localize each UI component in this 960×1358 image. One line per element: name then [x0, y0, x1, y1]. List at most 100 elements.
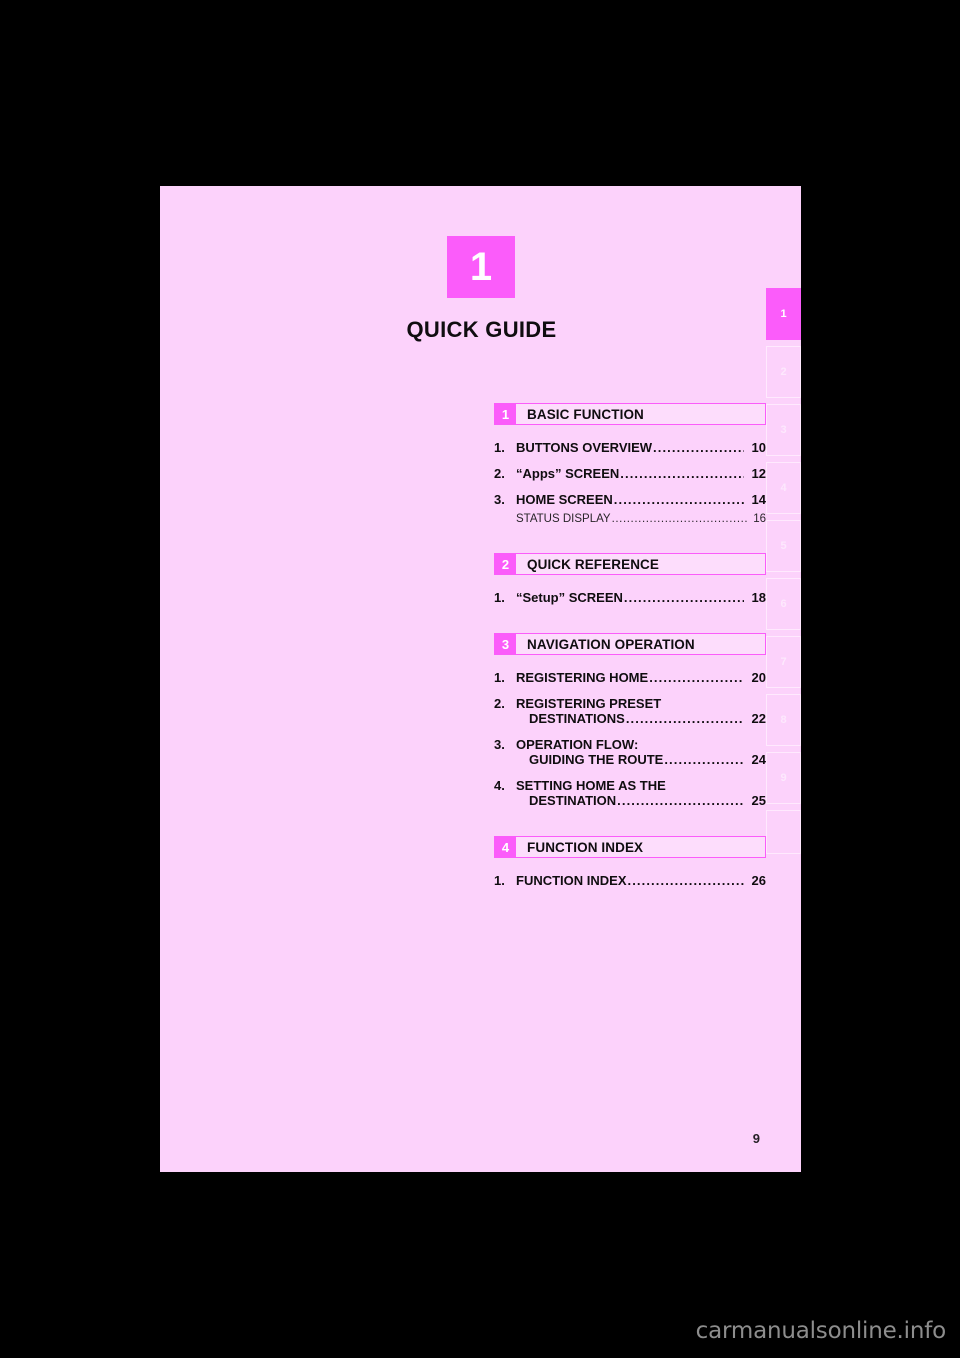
toc-entry[interactable]: 1. “Setup” SCREEN........................… [494, 590, 766, 605]
toc-entry-index: 4. [494, 778, 505, 793]
toc-subentry[interactable]: STATUS DISPLAY..........................… [494, 513, 766, 525]
page-title: QUICK GUIDE [406, 317, 557, 342]
chapter-tab-6[interactable]: 6 [766, 578, 801, 630]
toc-leader-dots: ........................................… [627, 873, 745, 888]
toc-entry-title: FUNCTION INDEX [516, 873, 627, 888]
toc-section-number: 4 [495, 837, 516, 857]
toc-entry-title: REGISTERING PRESET [516, 696, 662, 711]
toc-entry-title: SETTING HOME AS THE [516, 778, 666, 793]
toc-section-label: BASIC FUNCTION [527, 406, 644, 422]
toc-subentry-leader-dots: ........................................… [611, 513, 748, 525]
toc-entry-body: OPERATION FLOW: GUIDING THE ROUTE........… [516, 737, 766, 767]
toc-entry-index: 1. [494, 590, 505, 605]
toc-entry-body: BUTTONS OVERVIEW........................… [516, 440, 766, 455]
toc-entry-title: REGISTERING HOME [516, 670, 649, 685]
toc-entry-title: HOME SCREEN [516, 492, 613, 507]
toc-entry-body: REGISTERING HOME........................… [516, 670, 766, 685]
chapter-tab-4[interactable]: 4 [766, 462, 801, 514]
toc-leader-dots: ........................................… [623, 590, 744, 605]
page-number: 9 [752, 1131, 760, 1146]
toc-entry-page: 25 [751, 793, 766, 808]
toc-leader-dots: ........................................… [613, 492, 744, 507]
toc-entry-line: REGISTERING PRESET [516, 696, 766, 711]
toc-entry-index: 3. [494, 737, 505, 752]
toc-section-number: 1 [495, 404, 516, 424]
toc-leader-dots: ........................................… [649, 670, 744, 685]
toc-section-header[interactable]: 4 FUNCTION INDEX [494, 836, 766, 858]
toc-entry-page: 20 [751, 670, 766, 685]
toc-entry[interactable]: 1. REGISTERING HOME......................… [494, 670, 766, 685]
toc-entry-page: 12 [751, 466, 766, 481]
chapter-tab-9[interactable]: 9 [766, 752, 801, 804]
toc-entry-body: FUNCTION INDEX..........................… [516, 873, 766, 888]
toc-entry-title: GUIDING THE ROUTE [529, 752, 664, 767]
toc-entry-title: “Setup” SCREEN [516, 590, 623, 605]
chapter-tab-strip: 1 2 3 4 5 6 7 8 9 [766, 288, 801, 860]
toc-entry-index: 2. [494, 466, 505, 481]
toc-leader-dots: ........................................… [664, 752, 744, 767]
chapter-tab-2[interactable]: 2 [766, 346, 801, 398]
toc-entry-title: DESTINATION [529, 793, 617, 808]
toc-entry-title: DESTINATIONS [529, 711, 625, 726]
toc-entry-page: 22 [751, 711, 766, 726]
toc-entry[interactable]: 3. HOME SCREEN...........................… [494, 492, 766, 507]
toc-entry-body: HOME SCREEN.............................… [516, 492, 766, 507]
toc-entry-body: “Apps” SCREEN...........................… [516, 466, 766, 481]
toc-entry-line: SETTING HOME AS THE [516, 778, 766, 793]
toc-section-header[interactable]: 3 NAVIGATION OPERATION [494, 633, 766, 655]
toc-leader-dots: ........................................… [620, 466, 744, 481]
toc-entry-page: 24 [751, 752, 766, 767]
toc-subentry-page: 16 [753, 513, 766, 525]
toc-section-number: 3 [495, 634, 516, 654]
toc-entry-index: 3. [494, 492, 505, 507]
toc-entry-index: 1. [494, 440, 505, 455]
chapter-tab-blank[interactable] [766, 810, 801, 854]
toc-entry-line: “Setup” SCREEN..........................… [516, 590, 766, 605]
chapter-tab-1[interactable]: 1 [766, 288, 801, 340]
toc-entry[interactable]: 4. SETTING HOME AS THE DESTINATION........… [494, 778, 766, 808]
chapter-tab-5[interactable]: 5 [766, 520, 801, 572]
toc-entry-title: BUTTONS OVERVIEW [516, 440, 653, 455]
toc-section-header[interactable]: 2 QUICK REFERENCE [494, 553, 766, 575]
toc-entry-page: 10 [751, 440, 766, 455]
toc-entry-index: 2. [494, 696, 505, 711]
toc-subentry-title: STATUS DISPLAY [516, 513, 611, 525]
toc-entry-line: “Apps” SCREEN...........................… [516, 466, 766, 481]
toc-entry-line: REGISTERING HOME........................… [516, 670, 766, 685]
toc-entry[interactable]: 1. FUNCTION INDEX........................… [494, 873, 766, 888]
toc-entry-line: DESTINATION.............................… [516, 793, 766, 808]
toc-section-number: 2 [495, 554, 516, 574]
toc-entry[interactable]: 1. BUTTONS OVERVIEW......................… [494, 440, 766, 455]
toc-entry-body: REGISTERING PRESET DESTINATIONS..........… [516, 696, 766, 726]
toc-entry-index: 1. [494, 670, 505, 685]
toc-leader-dots: ........................................… [625, 711, 744, 726]
toc-entry[interactable]: 2. “Apps” SCREEN.........................… [494, 466, 766, 481]
toc-section-label: QUICK REFERENCE [527, 556, 660, 572]
toc-section-label: FUNCTION INDEX [527, 839, 644, 855]
toc-entry-index: 1. [494, 873, 505, 888]
toc-entry-body: SETTING HOME AS THE DESTINATION..........… [516, 778, 766, 808]
manual-page: 1 QUICK GUIDE 1 BASIC FUNCTION 1. BUTTONS O… [160, 186, 801, 1172]
chapter-tab-7[interactable]: 7 [766, 636, 801, 688]
chapter-number-badge: 1 [447, 236, 515, 298]
toc-entry-line: DESTINATIONS............................… [516, 711, 766, 726]
toc-section-label: NAVIGATION OPERATION [527, 636, 695, 652]
toc-entry-line: GUIDING THE ROUTE.......................… [516, 752, 766, 767]
table-of-contents: 1 BASIC FUNCTION 1. BUTTONS OVERVIEW.......… [494, 403, 766, 899]
toc-entry-page: 14 [751, 492, 766, 507]
toc-entry-page: 18 [751, 590, 766, 605]
toc-entry[interactable]: 2. REGISTERING PRESET DESTINATIONS........… [494, 696, 766, 726]
chapter-tab-8[interactable]: 8 [766, 694, 801, 746]
chapter-tab-3[interactable]: 3 [766, 404, 801, 456]
toc-leader-dots: ........................................… [617, 793, 744, 808]
toc-entry[interactable]: 3. OPERATION FLOW: GUIDING THE ROUTE......… [494, 737, 766, 767]
screenshot-root: 1 QUICK GUIDE 1 BASIC FUNCTION 1. BUTTONS O… [0, 0, 960, 1358]
watermark: carmanualsonline.info [695, 1318, 947, 1344]
toc-entry-page: 26 [751, 873, 766, 888]
toc-leader-dots: ........................................… [653, 440, 744, 455]
toc-section-header[interactable]: 1 BASIC FUNCTION [494, 403, 766, 425]
toc-entry-title: “Apps” SCREEN [516, 466, 620, 481]
